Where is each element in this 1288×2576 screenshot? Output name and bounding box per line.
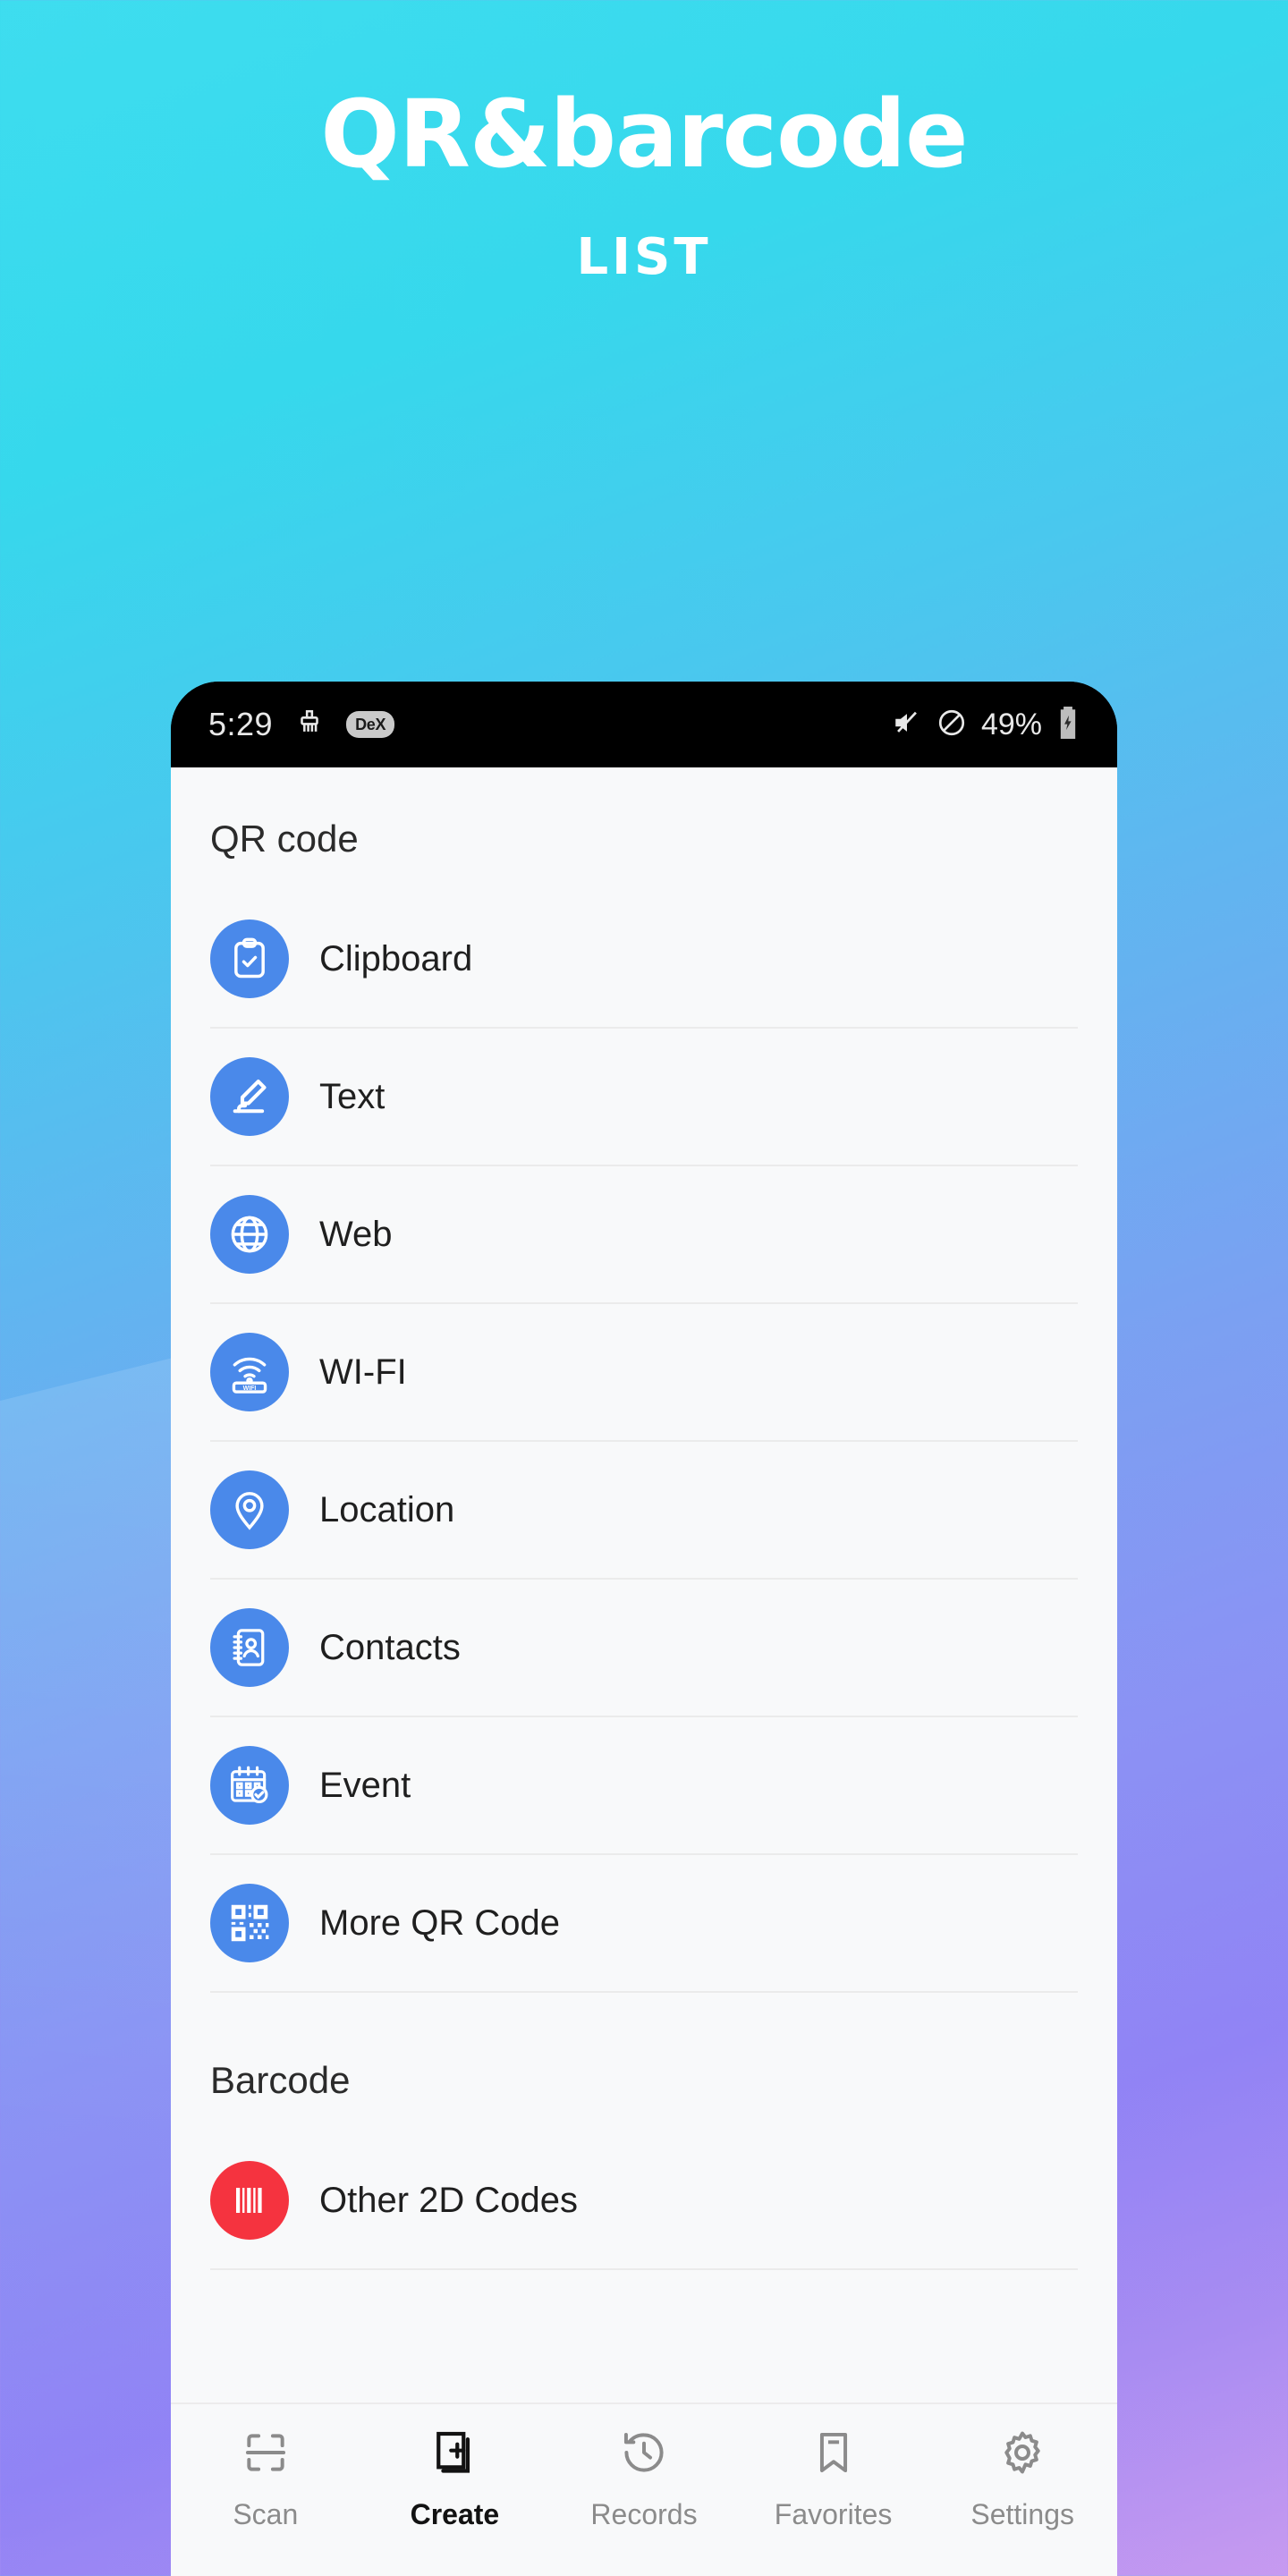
list-item-label: Web (319, 1214, 393, 1254)
history-icon (619, 2428, 669, 2482)
list-item-wifi[interactable]: WIFI WI-FI (210, 1304, 1078, 1442)
qr-code-icon (210, 1884, 289, 1962)
list-item-label: Contacts (319, 1627, 461, 1667)
phone-mockup: 5:29 DeX 49% QR code Clipboard Text Web … (171, 682, 1117, 2576)
list-item-more-qr-code[interactable]: More QR Code (210, 1855, 1078, 1993)
nav-item-label: Records (590, 2498, 698, 2530)
list-item-location[interactable]: Location (210, 1442, 1078, 1580)
list-item-label: Clipboard (319, 938, 473, 979)
dex-badge: DeX (346, 711, 395, 738)
contacts-icon (210, 1608, 289, 1687)
nav-item-settings[interactable]: Settings (928, 2428, 1117, 2531)
nav-item-label: Favorites (774, 2498, 893, 2530)
scan-frame-icon (241, 2428, 291, 2482)
list-item-other-2d-codes[interactable]: Other 2D Codes (210, 2132, 1078, 2270)
list-item-label: WI-FI (319, 1352, 407, 1392)
barcode-icon (210, 2161, 289, 2240)
gear-icon (997, 2428, 1047, 2482)
nav-item-create[interactable]: Create (360, 2428, 550, 2531)
battery-charging-icon (1056, 706, 1080, 743)
battery-percent: 49% (980, 707, 1042, 741)
status-time: 5:29 (208, 706, 274, 742)
brush-icon (294, 708, 325, 742)
list-item-label: Event (319, 1765, 411, 1805)
nav-item-favorites[interactable]: Favorites (739, 2428, 928, 2531)
wifi-icon: WIFI (210, 1333, 289, 1411)
status-bar-right: 49% (892, 706, 1080, 743)
app-screen: QR code Clipboard Text Web WIFI WI-FI Lo… (171, 767, 1117, 2576)
svg-text:WIFI: WIFI (243, 1385, 257, 1392)
bottom-navigation: Scan Create Records Favorites Settings (171, 2402, 1117, 2576)
list-item-label: Location (319, 1489, 455, 1530)
list-item-contacts[interactable]: Contacts (210, 1580, 1078, 1717)
bookmark-icon (809, 2428, 859, 2482)
pencil-icon (210, 1057, 289, 1136)
globe-icon (210, 1195, 289, 1274)
clipboard-icon (210, 919, 289, 998)
promo-subtitle: LIST (576, 228, 712, 287)
content-list: QR code Clipboard Text Web WIFI WI-FI Lo… (171, 767, 1117, 2402)
section-heading-barcode: Barcode (210, 2059, 351, 2101)
status-bar-left: 5:29 DeX (208, 706, 395, 743)
nav-item-label: Create (410, 2498, 500, 2530)
map-pin-icon (210, 1470, 289, 1549)
section-heading-qr-code: QR code (210, 818, 359, 860)
mute-icon (892, 708, 922, 742)
list-item-event[interactable]: Event (210, 1717, 1078, 1855)
nav-item-scan[interactable]: Scan (171, 2428, 360, 2531)
list-item-label: More QR Code (319, 1902, 560, 1943)
do-not-disturb-icon (936, 708, 967, 742)
nav-item-label: Scan (233, 2498, 299, 2530)
calendar-icon (210, 1746, 289, 1825)
list-item-text[interactable]: Text (210, 1029, 1078, 1166)
status-bar: 5:29 DeX 49% (171, 682, 1117, 767)
promo-title: QR&barcode (320, 80, 968, 189)
list-item-label: Text (319, 1076, 386, 1116)
list-item-clipboard[interactable]: Clipboard (210, 891, 1078, 1029)
nav-item-records[interactable]: Records (549, 2428, 739, 2531)
list-item-web[interactable]: Web (210, 1166, 1078, 1304)
nav-item-label: Settings (970, 2498, 1074, 2530)
promo-header: QR&barcode LIST (0, 0, 1288, 286)
create-plus-icon (429, 2428, 479, 2482)
list-item-label: Other 2D Codes (319, 2180, 579, 2220)
